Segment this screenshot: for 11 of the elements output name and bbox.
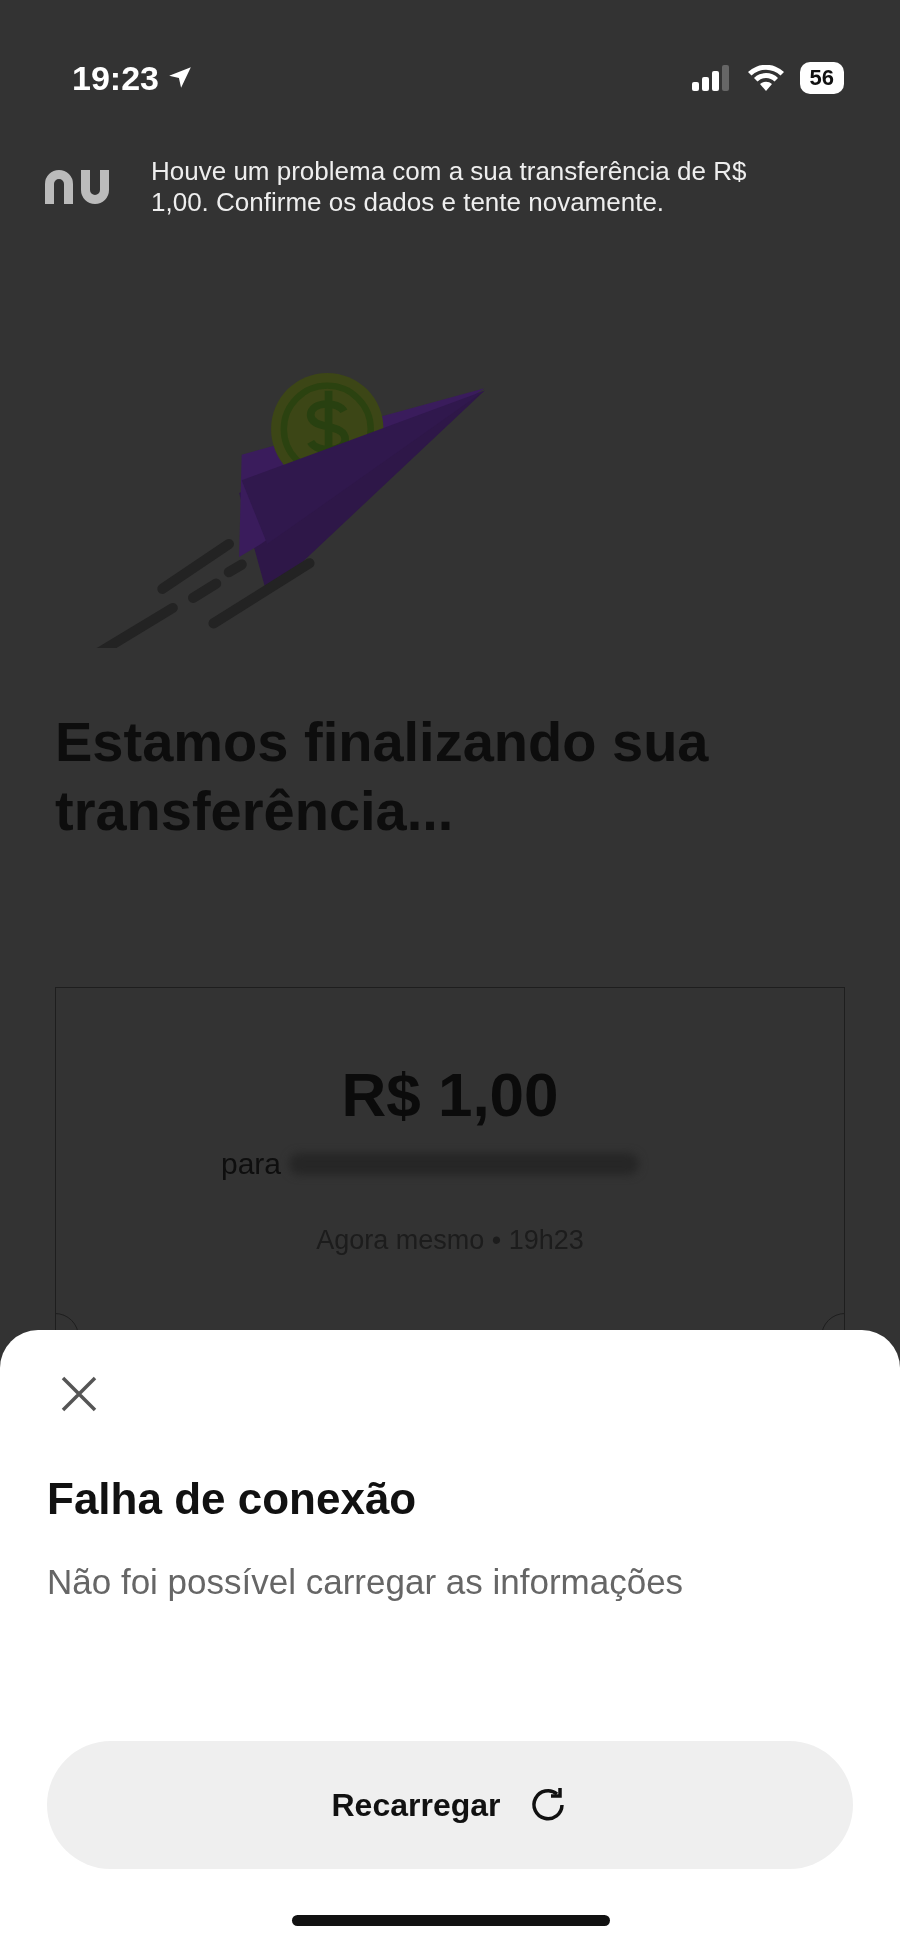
reload-button[interactable]: Recarregar — [47, 1740, 853, 1869]
notification-message: Houve um problema com a sua transferência de R$ 1,00. Confirme os dados e tente novamente. — [151, 156, 748, 219]
close-icon — [61, 1376, 97, 1412]
close-button[interactable] — [59, 1374, 99, 1414]
sheet-message: Não foi possível carregar as informações — [47, 1561, 685, 1603]
wifi-icon — [747, 65, 784, 91]
sheet-title: Falha de conexão — [47, 1473, 418, 1525]
signal-icon — [691, 65, 732, 91]
status-time: 19:23 — [72, 57, 159, 99]
battery-level: 56 — [799, 61, 844, 95]
nu-logo — [45, 170, 111, 205]
